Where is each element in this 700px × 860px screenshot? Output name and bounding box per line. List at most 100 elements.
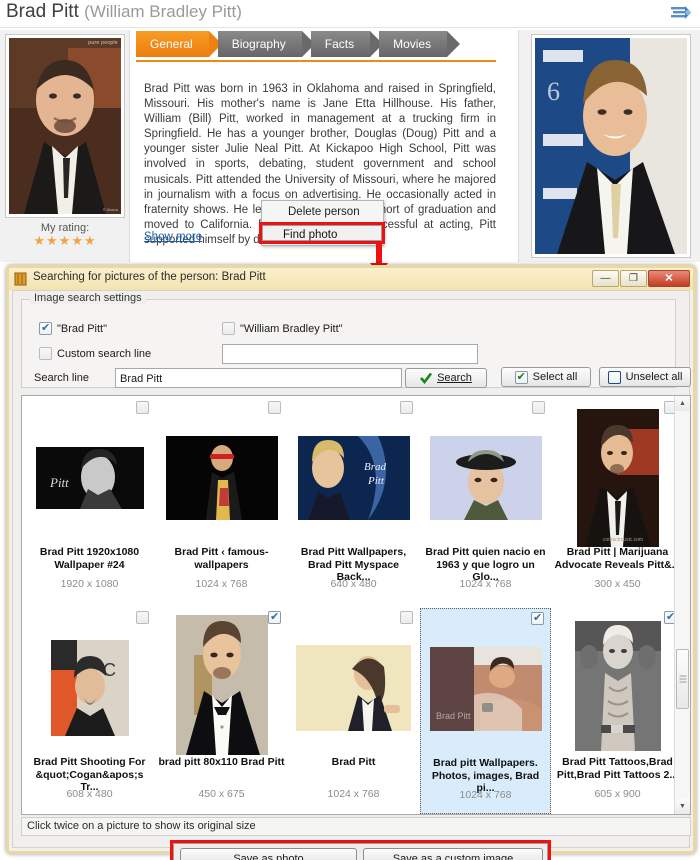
save-as-photo-button[interactable]: Save as photo [180, 848, 357, 860]
search-button-label: Search [437, 372, 472, 384]
result-thumb-box-9[interactable] [552, 618, 683, 754]
result-thumb-box-8[interactable]: Brad Pitt [421, 627, 550, 751]
result-thumbnail-1[interactable] [165, 436, 278, 520]
result-thumbnail-8[interactable]: Brad Pitt [429, 647, 542, 731]
tab-facts[interactable]: Facts [310, 31, 384, 57]
search-line-label: Search line [34, 372, 90, 384]
context-menu-item-delete-person[interactable]: Delete person [262, 201, 383, 223]
search-line-input[interactable]: Brad Pitt [115, 368, 402, 388]
app-header: Brad Pitt (William Bradley Pitt) [0, 0, 700, 28]
grid-vertical-scrollbar[interactable]: ▲ ▼ [674, 396, 690, 814]
result-thumbnail-5[interactable]: C [50, 640, 129, 736]
tab-general[interactable]: General [136, 31, 222, 57]
list-lines-icon[interactable] [670, 4, 692, 22]
rating-stars[interactable]: ★★★★★ [0, 233, 130, 249]
checkbox-custom-search-line-label: Custom search line [57, 347, 152, 360]
header-divider [0, 27, 700, 28]
status-bar-text: Click twice on a picture to show its ori… [27, 820, 256, 832]
checkbox-custom-search-line[interactable]: Custom search line [39, 347, 151, 360]
result-checkbox-3[interactable] [532, 401, 545, 414]
minimize-button[interactable]: — [592, 270, 619, 287]
svg-text:Pitt: Pitt [49, 475, 69, 490]
search-button[interactable]: Search [405, 368, 487, 388]
result-thumbnail-2[interactable]: Brad Pitt [297, 436, 410, 520]
result-thumbnail-3[interactable] [429, 436, 542, 520]
result-item-3[interactable]: Brad Pitt quien nacio en 1963 y que logr… [420, 398, 551, 604]
result-item-7[interactable]: Brad Pitt 1024 x 768 [288, 608, 419, 814]
window-controls: — ❐ ✕ [592, 270, 690, 287]
checkbox-brad-pitt-label: "Brad Pitt" [57, 322, 107, 335]
result-item-0[interactable]: Pitt Brad Pitt 1920x1080 Wallpaper #24 1… [24, 398, 155, 604]
person-secondary-photo[interactable]: 6 [531, 34, 691, 258]
scrollbar-thumb[interactable] [676, 649, 689, 709]
person-name: Brad Pitt [6, 1, 79, 22]
maximize-button[interactable]: ❐ [620, 270, 647, 287]
result-checkbox-2[interactable] [400, 401, 413, 414]
tab-biography[interactable]: Biography [217, 31, 315, 57]
result-item-8[interactable]: Brad Pitt Brad pitt Wallpapers. Photos, … [420, 608, 551, 814]
result-item-9[interactable]: Brad Pitt Tattoos,Brad Pitt,Brad Pitt Ta… [552, 608, 683, 814]
result-item-1[interactable]: Brad Pitt ‹ famous-wallpapers 1024 x 768 [156, 398, 287, 604]
result-thumb-box-0[interactable]: Pitt [24, 416, 155, 540]
show-more-link[interactable]: Show more [144, 231, 202, 243]
select-all-button[interactable]: Select all [501, 367, 591, 387]
result-caption-4: Brad Pitt | Marijuana Advocate Reveals P… [554, 546, 681, 571]
result-dims-5: 608 x 480 [66, 788, 113, 800]
result-item-2[interactable]: Brad Pitt Brad Pitt Wallpapers, Brad Pit… [288, 398, 419, 604]
unselect-all-button[interactable]: Unselect all [599, 367, 691, 387]
tab-movies[interactable]: Movies [379, 31, 461, 57]
checkbox-william-bradley-pitt-box[interactable] [222, 322, 235, 335]
scroll-down-arrow-icon[interactable]: ▼ [675, 799, 690, 814]
result-checkbox-7[interactable] [400, 611, 413, 624]
custom-search-line-input[interactable] [222, 344, 478, 364]
close-button[interactable]: ✕ [648, 270, 690, 287]
checkbox-brad-pitt[interactable]: "Brad Pitt" [39, 321, 107, 335]
result-thumb-box-6[interactable] [156, 614, 287, 756]
result-thumb-box-5[interactable]: C [24, 622, 155, 754]
result-item-6[interactable]: brad pitt 80x110 Brad Pitt 450 x 675 [156, 608, 287, 814]
dialog-status-bar: Click twice on a picture to show its ori… [21, 817, 691, 836]
result-checkbox-0[interactable] [136, 401, 149, 414]
result-dims-6: 450 x 675 [198, 788, 245, 800]
select-all-label: Select all [532, 371, 578, 383]
result-item-4[interactable]: contactmusic.com Brad Pitt | Marijuana A… [552, 398, 683, 604]
result-thumb-box-3[interactable] [420, 416, 551, 540]
right-photo-panel: 6 [518, 30, 700, 262]
checkbox-brad-pitt-box[interactable] [39, 321, 52, 335]
result-thumbnail-7[interactable] [296, 645, 411, 731]
save-as-photo-label: Save as photo [233, 853, 304, 860]
tab-movies-label: Movies [393, 37, 432, 51]
result-thumbnail-6[interactable] [175, 615, 268, 755]
result-dims-0: 1920 x 1080 [60, 578, 119, 590]
image-results-grid[interactable]: Pitt Brad Pitt 1920x1080 Wallpaper #24 1… [21, 395, 691, 815]
result-thumb-box-2[interactable]: Brad Pitt [288, 416, 419, 540]
result-checkbox-8[interactable] [531, 611, 544, 625]
checkbox-william-bradley-pitt-label: "William Bradley Pitt" [240, 322, 343, 335]
rating-block: My rating: ★★★★★ [0, 222, 130, 249]
result-dims-4: 300 x 450 [594, 578, 641, 590]
save-as-custom-image-button[interactable]: Save as a custom image [363, 848, 543, 860]
unselect-all-checkbox-icon [607, 370, 621, 384]
scrollbar-grip-icon [679, 675, 686, 683]
context-menu-item-find-photo[interactable]: Find photo [283, 227, 337, 243]
find-photo-dialog: Searching for pictures of the person: Br… [6, 265, 696, 860]
result-thumbnail-0[interactable]: Pitt [35, 447, 144, 509]
dialog-body: Image search settings "Brad Pitt" "Willi… [12, 290, 691, 860]
result-thumb-box-7[interactable] [288, 630, 419, 746]
result-dims-8: 1024 x 768 [459, 789, 512, 801]
result-caption-1: Brad Pitt ‹ famous-wallpapers [174, 546, 269, 571]
result-dims-3: 1024 x 768 [459, 578, 512, 590]
result-thumb-box-4[interactable]: contactmusic.com [552, 408, 683, 548]
checkbox-william-bradley-pitt[interactable]: "William Bradley Pitt" [222, 322, 343, 335]
result-thumbnail-9[interactable] [574, 621, 661, 751]
result-thumb-box-1[interactable] [156, 416, 287, 540]
result-thumbnail-4[interactable]: contactmusic.com [576, 409, 659, 547]
result-item-5[interactable]: C Brad Pitt Shooting For &quot;Cogan&apo… [24, 608, 155, 814]
result-checkbox-1[interactable] [268, 401, 281, 414]
person-alias: (William Bradley Pitt) [84, 2, 242, 21]
checkbox-custom-search-line-box[interactable] [39, 347, 52, 360]
scroll-up-arrow-icon[interactable]: ▲ [675, 396, 690, 411]
dialog-title-bar[interactable]: Searching for pictures of the person: Br… [9, 268, 693, 290]
person-main-photo[interactable]: pure people © Abaca [5, 34, 125, 218]
result-caption-9: Brad Pitt Tattoos,Brad Pitt,Brad Pitt Ta… [556, 756, 679, 781]
